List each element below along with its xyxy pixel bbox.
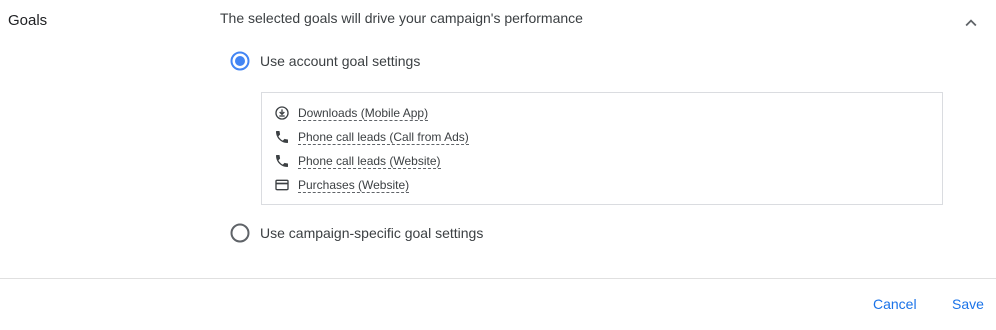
phone-icon <box>274 153 290 169</box>
divider <box>0 278 996 279</box>
goal-item-purchases: Purchases (Website) <box>274 176 410 194</box>
section-subtitle: The selected goals will drive your campa… <box>220 10 583 26</box>
account-goal-option[interactable]: Use account goal settings <box>230 51 420 71</box>
account-goal-label: Use account goal settings <box>260 53 421 69</box>
chevron-up-icon <box>965 19 977 27</box>
goal-label-purchases[interactable]: Purchases (Website) <box>298 178 410 193</box>
radio-account-goals[interactable] <box>230 51 250 71</box>
phone-icon <box>274 129 290 145</box>
credit-card-icon <box>274 177 290 193</box>
section-title: Goals <box>8 12 48 29</box>
download-icon <box>274 105 290 121</box>
cancel-button[interactable]: Cancel <box>873 296 917 312</box>
goal-list: Downloads (Mobile App) Phone call leads … <box>261 92 943 205</box>
campaign-goal-label: Use campaign-specific goal settings <box>260 225 484 241</box>
goal-item-phone-calls-ads: Phone call leads (Call from Ads) <box>274 128 469 146</box>
campaign-goal-option[interactable]: Use campaign-specific goal settings <box>230 223 483 243</box>
radio-campaign-goals[interactable] <box>230 223 250 243</box>
goal-item-phone-calls-website: Phone call leads (Website) <box>274 152 441 170</box>
goal-label-downloads[interactable]: Downloads (Mobile App) <box>298 106 429 121</box>
goal-label-phone-calls-ads[interactable]: Phone call leads (Call from Ads) <box>298 130 469 145</box>
radio-unselected-icon <box>230 223 250 243</box>
save-button[interactable]: Save <box>952 296 984 312</box>
collapse-section-button[interactable] <box>960 12 982 34</box>
goal-label-phone-calls-website[interactable]: Phone call leads (Website) <box>298 154 441 169</box>
radio-selected-icon <box>230 51 250 71</box>
goal-item-downloads: Downloads (Mobile App) <box>274 104 429 122</box>
